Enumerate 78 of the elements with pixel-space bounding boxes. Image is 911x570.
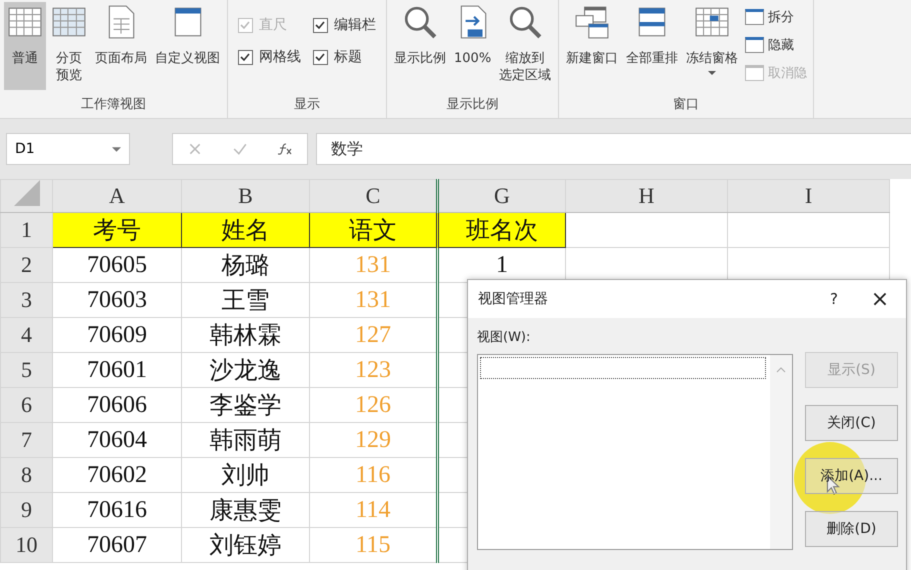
dialog-button[interactable]: 添加(A)... [805,458,898,494]
scroll-up-icon[interactable] [776,367,786,373]
row-header[interactable]: 5 [0,352,52,388]
column-header[interactable]: C [310,180,438,212]
row-header[interactable]: 9 [0,492,52,528]
name-box[interactable]: D1 [6,133,130,165]
row-header[interactable]: 10 [0,528,52,562]
row-header[interactable]: 8 [0,458,52,492]
table-cell: 70604 [52,422,182,458]
function-icon[interactable] [276,142,293,156]
checkmark-icon [314,18,326,30]
table-cell: 70603 [52,282,182,318]
table-cell: 考号 [52,212,182,248]
table-cell: 70609 [52,318,182,352]
close-button[interactable]: × [854,286,906,312]
ribbon-button[interactable]: 100% [451,2,494,90]
table-cell: 李鉴学 [182,388,310,422]
row-header[interactable]: 1 [0,212,52,248]
row-header[interactable]: 4 [0,318,52,352]
checkbox[interactable]: 标题 [313,48,376,66]
table-cell: 70606 [52,388,182,422]
table-cell: 王雪 [182,282,310,318]
ribbon-button[interactable]: 拆分 [743,6,810,28]
table-cell: 康惠雯 [182,492,310,528]
magnifier-icon [402,4,438,40]
row-header[interactable]: 2 [0,248,52,282]
checkbox[interactable]: 网格线 [238,48,301,66]
table-cell: 刘钰婷 [182,528,310,562]
table-cell: 70607 [52,528,182,562]
ribbon-button[interactable]: 分页 预览 [48,2,90,90]
table-cell: 韩林霖 [182,318,310,352]
checkmark-icon [239,50,251,62]
column-header[interactable]: I [728,180,890,212]
table-cell: 刘帅 [182,458,310,492]
check-icon[interactable] [232,142,248,156]
group-label: 显示比例 [446,96,500,114]
ribbon-button[interactable]: 隐藏 [743,34,810,56]
dialog-title: 视图管理器 [478,290,549,308]
checkmark-icon [314,50,326,62]
ribbon-button[interactable]: 缩放到 选定区域 [496,2,554,90]
table-cell: 沙龙逸 [182,352,310,388]
group-label: 窗口 [672,96,700,114]
row-header[interactable]: 7 [0,422,52,458]
row-header[interactable]: 3 [0,282,52,318]
column-header[interactable]: H [566,180,728,212]
table-cell: 班名次 [438,212,566,248]
checkbox[interactable]: 编辑栏 [313,16,376,34]
table-cell: 姓名 [182,212,310,248]
table-cell: 70602 [52,458,182,492]
list-label: 视图(W): [477,329,532,346]
formula-field[interactable]: 数学 [316,133,911,165]
table-cell: 70601 [52,352,182,388]
table-cell: 韩雨萌 [182,422,310,458]
dialog-button[interactable]: 关闭(C) [805,405,898,441]
column-header[interactable]: G [438,180,566,212]
ribbon-button[interactable]: 全部重排 [623,2,682,90]
windows-icon [574,4,610,40]
dialog-button[interactable]: 删除(D) [805,511,898,547]
ribbon-button[interactable]: 自定义视图 [152,2,223,90]
table-cell: 70605 [52,248,182,282]
select-all-icon[interactable] [14,180,40,206]
ribbon-button[interactable]: 冻结窗格 [683,2,742,90]
table-cell: 70616 [52,492,182,528]
ribbon-button[interactable]: 普通 [4,2,46,90]
table-cell: 语文 [310,212,438,248]
help-button[interactable]: ? [814,290,854,308]
column-header[interactable]: B [182,180,310,212]
checkmark-icon [239,18,251,30]
group-label: 工作簿视图 [80,96,147,114]
magnifier-icon [507,4,544,40]
ribbon-button[interactable]: 显示比例 [391,2,449,90]
row-header[interactable]: 6 [0,388,52,422]
ribbon-button[interactable]: 新建窗口 [563,2,622,90]
column-header[interactable]: A [52,180,182,212]
group-label: 显示 [293,96,321,114]
ribbon-button[interactable]: 页面布局 [92,2,150,90]
view-list[interactable] [477,354,793,550]
table-cell: 杨璐 [182,248,310,282]
